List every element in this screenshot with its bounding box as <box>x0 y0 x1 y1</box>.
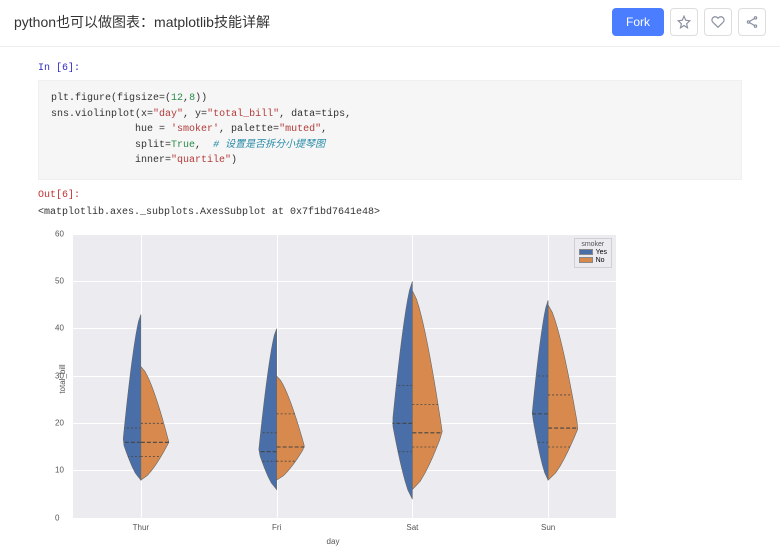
heart-icon <box>711 15 725 29</box>
share-button[interactable] <box>738 8 766 36</box>
star-icon <box>677 15 691 29</box>
fork-button[interactable]: Fork <box>612 8 664 36</box>
notebook-content: In [6]: plt.figure(figsize=(12,8)) sns.v… <box>0 47 780 546</box>
header-actions: Fork <box>612 8 766 36</box>
header-bar: python也可以做图表：matplotlib技能详解 Fork <box>0 0 780 47</box>
output-prompt: Out[6]: <box>38 190 742 201</box>
page-title: python也可以做图表：matplotlib技能详解 <box>14 12 270 32</box>
violin-plot-figure: total_bill day smoker Yes No 01020304050… <box>38 226 628 546</box>
input-prompt: In [6]: <box>38 63 742 74</box>
heart-button[interactable] <box>704 8 732 36</box>
code-cell: plt.figure(figsize=(12,8)) sns.violinplo… <box>38 80 742 180</box>
share-icon <box>745 15 759 29</box>
violin-half <box>38 226 628 546</box>
star-button[interactable] <box>670 8 698 36</box>
output-repr: <matplotlib.axes._subplots.AxesSubplot a… <box>38 207 742 218</box>
